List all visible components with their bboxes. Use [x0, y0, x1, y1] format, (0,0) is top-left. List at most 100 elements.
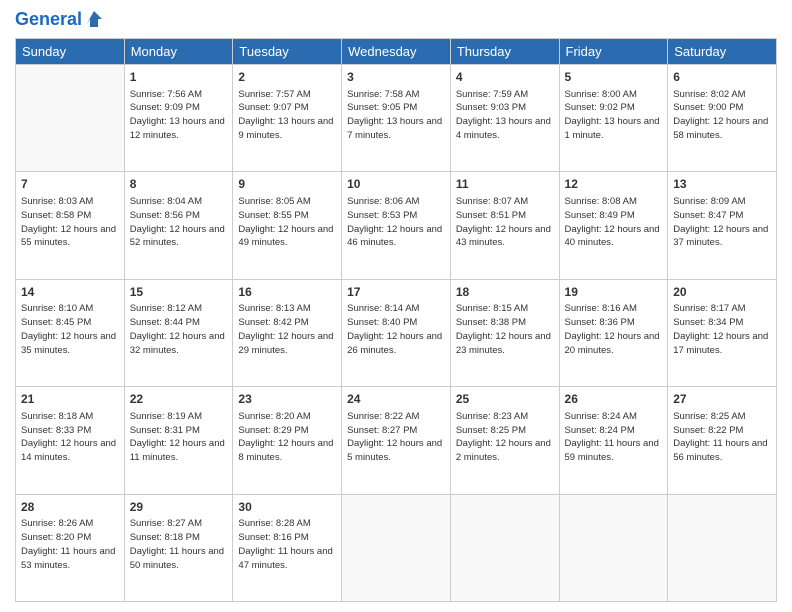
- day-number: 5: [565, 69, 663, 86]
- day-number: 23: [238, 391, 336, 408]
- cell-info: Sunrise: 8:17 AMSunset: 8:34 PMDaylight:…: [673, 302, 771, 357]
- cell-info: Sunrise: 8:05 AMSunset: 8:55 PMDaylight:…: [238, 195, 336, 250]
- day-of-week-header: Sunday: [16, 38, 125, 64]
- day-of-week-header: Wednesday: [342, 38, 451, 64]
- calendar-cell: [342, 494, 451, 601]
- calendar-header-row: SundayMondayTuesdayWednesdayThursdayFrid…: [16, 38, 777, 64]
- calendar-cell: 28Sunrise: 8:26 AMSunset: 8:20 PMDayligh…: [16, 494, 125, 601]
- calendar-cell: 26 Sunrise: 8:24 AMSunset: 8:24 PMDayligh…: [559, 387, 668, 494]
- cell-info: Sunrise: 8:26 AMSunset: 8:20 PMDaylight:…: [21, 517, 119, 572]
- day-number: 22: [130, 391, 228, 408]
- cell-info: Sunrise: 8:12 AMSunset: 8:44 PMDaylight:…: [130, 302, 228, 357]
- day-number: 26: [565, 391, 663, 408]
- calendar-cell: 29Sunrise: 8:27 AMSunset: 8:18 PMDayligh…: [124, 494, 233, 601]
- cell-info: Sunrise: 8:14 AMSunset: 8:40 PMDaylight:…: [347, 302, 445, 357]
- calendar-cell: 3Sunrise: 7:58 AMSunset: 9:05 PMDaylight…: [342, 64, 451, 171]
- calendar-table: SundayMondayTuesdayWednesdayThursdayFrid…: [15, 38, 777, 602]
- cell-info: Sunrise: 7:59 AMSunset: 9:03 PMDaylight:…: [456, 88, 554, 143]
- cell-info: Sunrise: 8:09 AMSunset: 8:47 PMDaylight:…: [673, 195, 771, 250]
- cell-info: Sunrise: 8:23 AMSunset: 8:25 PMDaylight:…: [456, 410, 554, 465]
- day-of-week-header: Thursday: [450, 38, 559, 64]
- day-of-week-header: Monday: [124, 38, 233, 64]
- calendar-week-row: 28Sunrise: 8:26 AMSunset: 8:20 PMDayligh…: [16, 494, 777, 601]
- cell-info: Sunrise: 8:08 AMSunset: 8:49 PMDaylight:…: [565, 195, 663, 250]
- day-number: 4: [456, 69, 554, 86]
- cell-info: Sunrise: 8:03 AMSunset: 8:58 PMDaylight:…: [21, 195, 119, 250]
- calendar-cell: 13 Sunrise: 8:09 AMSunset: 8:47 PMDayligh…: [668, 172, 777, 279]
- calendar-cell: 25 Sunrise: 8:23 AMSunset: 8:25 PMDayligh…: [450, 387, 559, 494]
- day-number: 24: [347, 391, 445, 408]
- calendar-cell: 16Sunrise: 8:13 AMSunset: 8:42 PMDayligh…: [233, 279, 342, 386]
- day-number: 12: [565, 176, 663, 193]
- day-of-week-header: Saturday: [668, 38, 777, 64]
- calendar-cell: 11Sunrise: 8:07 AMSunset: 8:51 PMDayligh…: [450, 172, 559, 279]
- calendar-cell: 10Sunrise: 8:06 AMSunset: 8:53 PMDayligh…: [342, 172, 451, 279]
- day-number: 17: [347, 284, 445, 301]
- calendar-page: General SundayMondayTuesdayWednesdayThur…: [0, 0, 792, 612]
- calendar-cell: 30Sunrise: 8:28 AMSunset: 8:16 PMDayligh…: [233, 494, 342, 601]
- calendar-cell: 4 Sunrise: 7:59 AMSunset: 9:03 PMDaylight…: [450, 64, 559, 171]
- cell-info: Sunrise: 8:27 AMSunset: 8:18 PMDaylight:…: [130, 517, 228, 572]
- logo: General: [15, 10, 104, 30]
- logo-icon: [84, 9, 104, 29]
- day-number: 19: [565, 284, 663, 301]
- day-number: 1: [130, 69, 228, 86]
- calendar-week-row: 1 Sunrise: 7:56 AMSunset: 9:09 PMDaylight…: [16, 64, 777, 171]
- day-of-week-header: Tuesday: [233, 38, 342, 64]
- cell-info: Sunrise: 8:24 AMSunset: 8:24 PMDaylight:…: [565, 410, 663, 465]
- calendar-cell: 17Sunrise: 8:14 AMSunset: 8:40 PMDayligh…: [342, 279, 451, 386]
- calendar-cell: 2 Sunrise: 7:57 AMSunset: 9:07 PMDaylight…: [233, 64, 342, 171]
- calendar-week-row: 7 Sunrise: 8:03 AMSunset: 8:58 PMDaylight…: [16, 172, 777, 279]
- calendar-cell: 14Sunrise: 8:10 AMSunset: 8:45 PMDayligh…: [16, 279, 125, 386]
- cell-info: Sunrise: 8:25 AMSunset: 8:22 PMDaylight:…: [673, 410, 771, 465]
- calendar-cell: 9 Sunrise: 8:05 AMSunset: 8:55 PMDaylight…: [233, 172, 342, 279]
- calendar-cell: 24 Sunrise: 8:22 AMSunset: 8:27 PMDayligh…: [342, 387, 451, 494]
- day-number: 8: [130, 176, 228, 193]
- cell-info: Sunrise: 7:56 AMSunset: 9:09 PMDaylight:…: [130, 88, 228, 143]
- calendar-cell: [668, 494, 777, 601]
- calendar-cell: 19Sunrise: 8:16 AMSunset: 8:36 PMDayligh…: [559, 279, 668, 386]
- calendar-cell: 18Sunrise: 8:15 AMSunset: 8:38 PMDayligh…: [450, 279, 559, 386]
- day-number: 13: [673, 176, 771, 193]
- calendar-cell: 7 Sunrise: 8:03 AMSunset: 8:58 PMDaylight…: [16, 172, 125, 279]
- calendar-cell: 5 Sunrise: 8:00 AMSunset: 9:02 PMDaylight…: [559, 64, 668, 171]
- cell-info: Sunrise: 8:19 AMSunset: 8:31 PMDaylight:…: [130, 410, 228, 465]
- day-number: 2: [238, 69, 336, 86]
- day-of-week-header: Friday: [559, 38, 668, 64]
- calendar-cell: 15Sunrise: 8:12 AMSunset: 8:44 PMDayligh…: [124, 279, 233, 386]
- day-number: 10: [347, 176, 445, 193]
- calendar-cell: 27 Sunrise: 8:25 AMSunset: 8:22 PMDayligh…: [668, 387, 777, 494]
- calendar-cell: 1 Sunrise: 7:56 AMSunset: 9:09 PMDaylight…: [124, 64, 233, 171]
- header: General: [15, 10, 777, 30]
- calendar-cell: 8 Sunrise: 8:04 AMSunset: 8:56 PMDaylight…: [124, 172, 233, 279]
- cell-info: Sunrise: 8:18 AMSunset: 8:33 PMDaylight:…: [21, 410, 119, 465]
- day-number: 30: [238, 499, 336, 516]
- calendar-cell: [450, 494, 559, 601]
- day-number: 28: [21, 499, 119, 516]
- calendar-week-row: 21Sunrise: 8:18 AMSunset: 8:33 PMDayligh…: [16, 387, 777, 494]
- cell-info: Sunrise: 7:57 AMSunset: 9:07 PMDaylight:…: [238, 88, 336, 143]
- cell-info: Sunrise: 8:04 AMSunset: 8:56 PMDaylight:…: [130, 195, 228, 250]
- cell-info: Sunrise: 8:13 AMSunset: 8:42 PMDaylight:…: [238, 302, 336, 357]
- cell-info: Sunrise: 8:02 AMSunset: 9:00 PMDaylight:…: [673, 88, 771, 143]
- cell-info: Sunrise: 8:10 AMSunset: 8:45 PMDaylight:…: [21, 302, 119, 357]
- calendar-cell: [559, 494, 668, 601]
- calendar-week-row: 14Sunrise: 8:10 AMSunset: 8:45 PMDayligh…: [16, 279, 777, 386]
- cell-info: Sunrise: 8:22 AMSunset: 8:27 PMDaylight:…: [347, 410, 445, 465]
- cell-info: Sunrise: 8:15 AMSunset: 8:38 PMDaylight:…: [456, 302, 554, 357]
- cell-info: Sunrise: 8:28 AMSunset: 8:16 PMDaylight:…: [238, 517, 336, 572]
- cell-info: Sunrise: 8:00 AMSunset: 9:02 PMDaylight:…: [565, 88, 663, 143]
- day-number: 6: [673, 69, 771, 86]
- cell-info: Sunrise: 8:20 AMSunset: 8:29 PMDaylight:…: [238, 410, 336, 465]
- day-number: 20: [673, 284, 771, 301]
- day-number: 25: [456, 391, 554, 408]
- day-number: 27: [673, 391, 771, 408]
- day-number: 29: [130, 499, 228, 516]
- day-number: 7: [21, 176, 119, 193]
- day-number: 15: [130, 284, 228, 301]
- cell-info: Sunrise: 7:58 AMSunset: 9:05 PMDaylight:…: [347, 88, 445, 143]
- day-number: 9: [238, 176, 336, 193]
- day-number: 16: [238, 284, 336, 301]
- logo-text: General: [15, 10, 82, 30]
- cell-info: Sunrise: 8:16 AMSunset: 8:36 PMDaylight:…: [565, 302, 663, 357]
